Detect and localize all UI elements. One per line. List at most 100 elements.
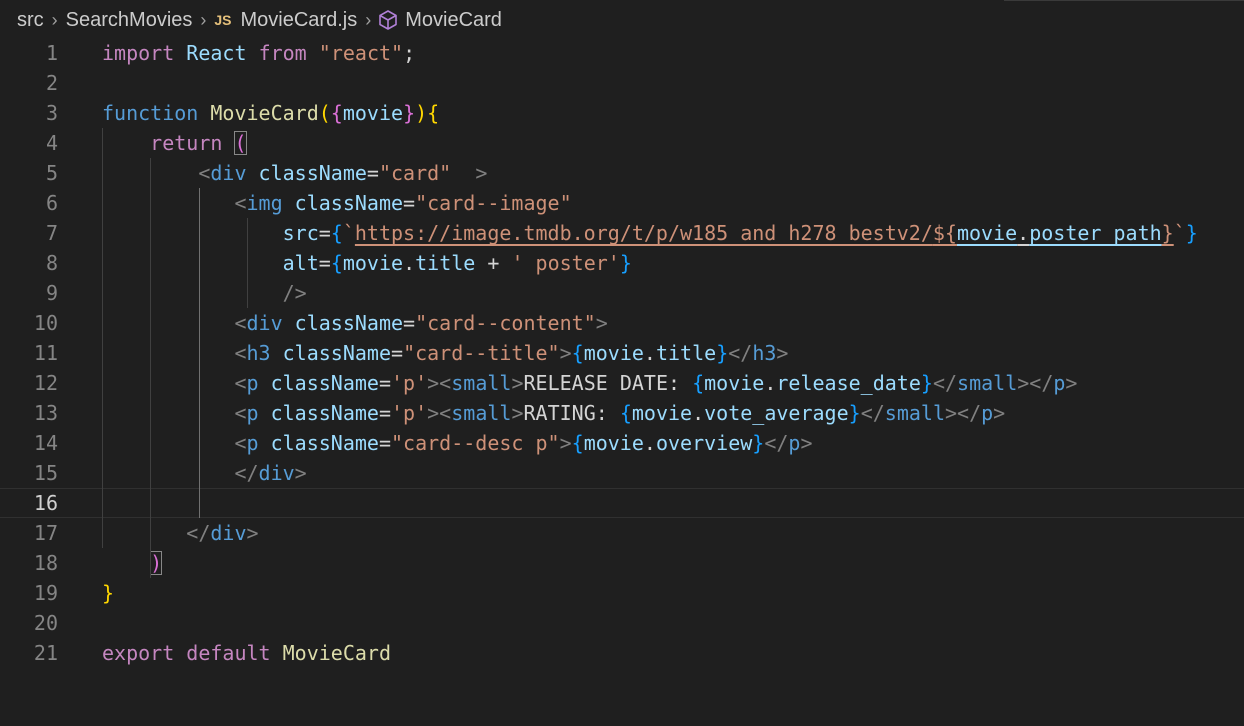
code-line[interactable]: 6 <img className="card--image" [0,188,1244,218]
code-line[interactable]: 12 <p className='p'><small>RELEASE DATE:… [0,368,1244,398]
code-token: > [993,401,1006,425]
code-token: } [716,341,729,365]
line-code: /> [102,278,307,308]
line-number: 9 [45,281,58,305]
code-token: = [366,161,379,185]
code-token: className [294,191,404,215]
code-token: ) [415,101,428,125]
code-token: = [403,311,416,335]
code-token: > [294,461,307,485]
code-token: p [246,401,259,425]
line-number: 5 [45,161,58,185]
chevron-right-icon: › [200,9,207,30]
code-token: > [559,341,572,365]
code-token: >< [427,371,452,395]
code-line[interactable]: 5 <div className="card" > [0,158,1244,188]
code-token: ; [403,41,416,65]
code-token: ` [1173,221,1186,245]
code-token: src [282,221,319,245]
line-number: 3 [45,101,58,125]
code-token: + [475,251,512,275]
javascript-file-icon: JS [214,12,232,28]
code-token: className [270,431,379,455]
code-token: </ [764,431,789,455]
code-line[interactable]: 4 return ( [0,128,1244,158]
line-number: 18 [33,551,58,575]
chevron-right-icon: › [365,9,372,30]
breadcrumb-item-symbol[interactable]: MovieCard [405,9,502,32]
code-line[interactable]: 10 <div className="card--content"> [0,308,1244,338]
code-token: ></ [1017,371,1054,395]
code-line[interactable]: 2 [0,68,1244,98]
code-editor[interactable]: 21 export default MovieCard 20 19} 18 ) 17 </… [0,38,1244,688]
code-line[interactable]: 7 src={`https://image.tmdb.org/t/p/w185_… [0,218,1244,248]
code-line[interactable]: 14 <p className="card--desc p">{movie.ov… [0,428,1244,458]
code-line[interactable]: 17 </div> [0,518,1244,548]
line-code: src={`https://image.tmdb.org/t/p/w185_an… [102,218,1198,248]
code-token: "card--desc p" [391,431,560,455]
code-token: </ [932,371,958,395]
code-token: h3 [752,341,777,365]
line-number: 10 [33,311,58,335]
code-token: p [246,431,259,455]
code-token: alt [282,251,319,275]
code-line[interactable]: 18 ) [0,548,1244,578]
code-token: = [318,251,331,275]
code-line[interactable]: 19} [0,578,1244,608]
code-line[interactable]: 9 /> [0,278,1244,308]
code-line[interactable]: 3 function MovieCard({movie}){ [0,98,1244,128]
breadcrumb-item-src[interactable]: src [17,9,44,32]
line-code: <div className="card" > [102,158,487,188]
code-token: function [102,101,199,125]
code-token: { [619,401,632,425]
code-token: > [1065,371,1078,395]
code-token: small [957,371,1018,395]
line-number: 11 [33,341,58,365]
indent-guide [102,128,103,548]
line-code: export default MovieCard [102,638,391,668]
line-code: <div className="card--content"> [102,308,607,338]
code-line[interactable]: 13 <p className='p'><small>RATING: {movi… [0,398,1244,428]
line-number: 15 [33,461,58,485]
code-line[interactable]: 11 <h3 className="card--title">{movie.ti… [0,338,1244,368]
code-token: "react" [318,41,404,65]
code-token: movie [583,341,644,365]
code-token: 'p' [391,371,428,395]
code-line[interactable]: 20 [0,608,1244,638]
code-token: = [378,431,392,455]
code-token: > [511,401,524,425]
code-line[interactable]: 8 alt={movie.title + ' poster'} [0,248,1244,278]
code-token: > [776,341,789,365]
code-token: </ [728,341,753,365]
code-line[interactable]: 1 import React from "react"; [0,38,1244,68]
code-token: . [403,251,416,275]
breadcrumb-item-folder[interactable]: SearchMovies [66,9,193,32]
code-line[interactable]: 16 [0,488,1244,518]
code-line[interactable]: 15 </div> [0,458,1244,488]
code-token: vote_average [704,401,849,425]
code-token: p [1053,371,1066,395]
code-token: RATING: [523,401,620,425]
code-token: = [378,371,392,395]
line-code: alt={movie.title + ' poster'} [102,248,632,278]
line-code: function MovieCard({movie}){ [102,98,439,128]
code-token: { [330,251,343,275]
code-token: < [234,401,247,425]
code-token: } [403,101,416,125]
breadcrumb-item-file[interactable]: MovieCard.js [241,9,358,32]
code-line[interactable]: 21 export default MovieCard [0,638,1244,668]
code-token: movie [342,101,404,125]
code-token: } [1161,221,1174,245]
line-code: <h3 className="card--title">{movie.title… [102,338,788,368]
code-token: } [848,401,861,425]
